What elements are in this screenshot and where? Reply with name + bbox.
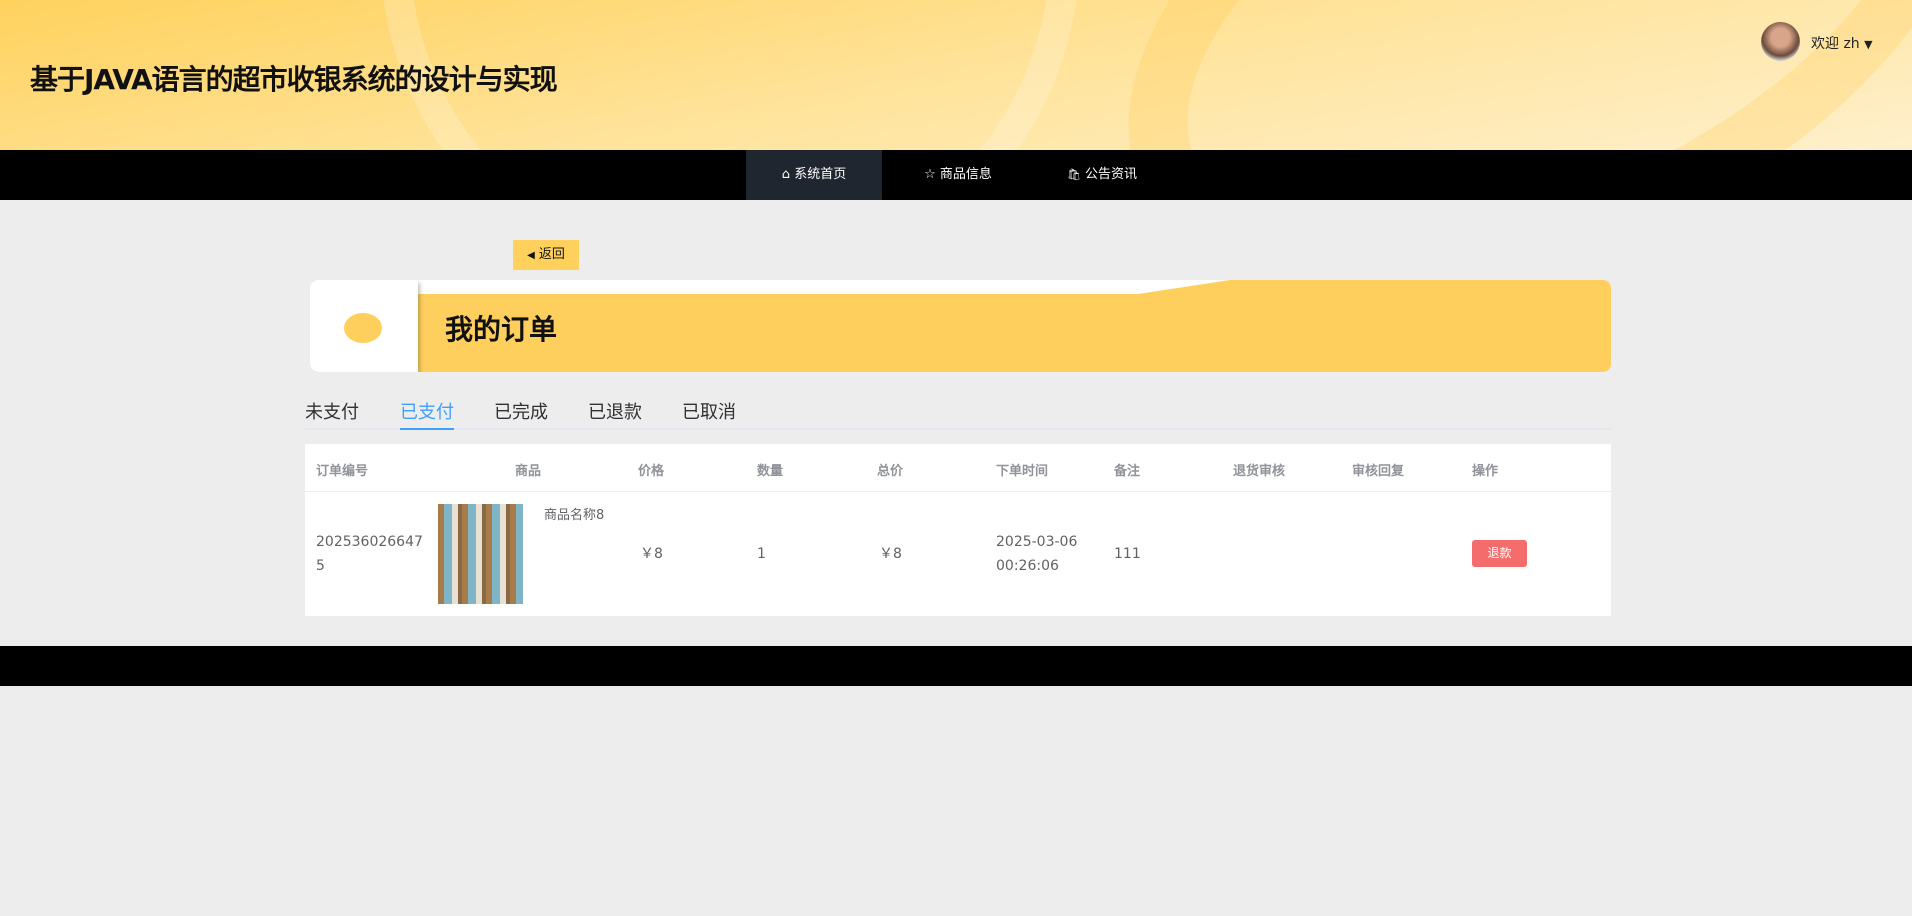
site-title: 基于JAVA语言的超市收银系统的设计与实现 xyxy=(30,63,558,96)
nav-home[interactable]: ⌂ 系统首页 xyxy=(746,150,882,200)
col-header: 操作 xyxy=(1472,464,1499,479)
orders-table: 订单编号 商品 价格 数量 总价 下单时间 备注 退货审核 审核回复 操作 20… xyxy=(305,444,1611,616)
refund-button[interactable]: 退款 xyxy=(1472,540,1527,567)
col-header: 数量 xyxy=(757,464,784,479)
order-number: 2025360266475 xyxy=(316,534,423,574)
col-header: 退货审核 xyxy=(1233,464,1286,479)
back-button[interactable]: ◀ 返回 xyxy=(513,240,579,270)
col-header: 备注 xyxy=(1114,464,1141,479)
tab-completed[interactable]: 已完成 xyxy=(494,398,548,430)
product-name: 商品名称8 xyxy=(544,508,605,523)
col-header: 订单编号 xyxy=(316,464,369,479)
price: ￥8 xyxy=(640,546,663,562)
home-icon: ⌂ xyxy=(781,167,791,182)
header: 基于JAVA语言的超市收银系统的设计与实现 欢迎 zh ▼ xyxy=(0,0,1912,150)
caret-down-icon: ▼ xyxy=(1864,38,1873,51)
tab-refunded[interactable]: 已退款 xyxy=(588,398,642,430)
nav-news[interactable]: 🛍 公告资讯 xyxy=(1054,150,1150,200)
back-label: 返回 xyxy=(538,247,565,262)
caret-left-icon: ◀ xyxy=(527,250,535,261)
star-icon: ☆ xyxy=(924,167,936,182)
page-title: 我的订单 xyxy=(445,313,558,346)
total: ￥8 xyxy=(879,546,902,562)
tab-unpaid[interactable]: 未支付 xyxy=(305,398,359,430)
nav-label: 公告资讯 xyxy=(1085,167,1138,182)
welcome-text: 欢迎 zh xyxy=(1811,36,1860,52)
page-banner: 我的订单 xyxy=(310,280,1611,372)
tab-paid[interactable]: 已支付 xyxy=(400,398,454,430)
order-time: 2025-03-06 00:26:06 xyxy=(996,534,1078,574)
user-menu[interactable]: 欢迎 zh ▼ xyxy=(1811,33,1873,53)
col-header: 下单时间 xyxy=(996,464,1049,479)
nav-products[interactable]: ☆ 商品信息 xyxy=(910,150,1006,200)
col-header: 审核回复 xyxy=(1352,464,1405,479)
nav-label: 商品信息 xyxy=(939,167,992,182)
col-header: 总价 xyxy=(877,464,904,479)
product-image[interactable] xyxy=(438,504,523,604)
nav-label: 系统首页 xyxy=(794,167,847,182)
col-header: 商品 xyxy=(515,464,542,479)
quantity: 1 xyxy=(757,546,766,562)
nav-bar: ⌂ 系统首页 ☆ 商品信息 🛍 公告资讯 xyxy=(0,150,1912,200)
circle-icon xyxy=(344,313,382,343)
remark: 111 xyxy=(1114,546,1141,562)
order-tabs: 未支付 已支付 已完成 已退款 已取消 xyxy=(305,398,1611,430)
tab-cancelled[interactable]: 已取消 xyxy=(682,398,736,430)
col-header: 价格 xyxy=(638,464,665,479)
footer xyxy=(0,646,1912,686)
bag-icon: 🛍 xyxy=(1066,168,1081,181)
avatar[interactable] xyxy=(1761,22,1800,61)
